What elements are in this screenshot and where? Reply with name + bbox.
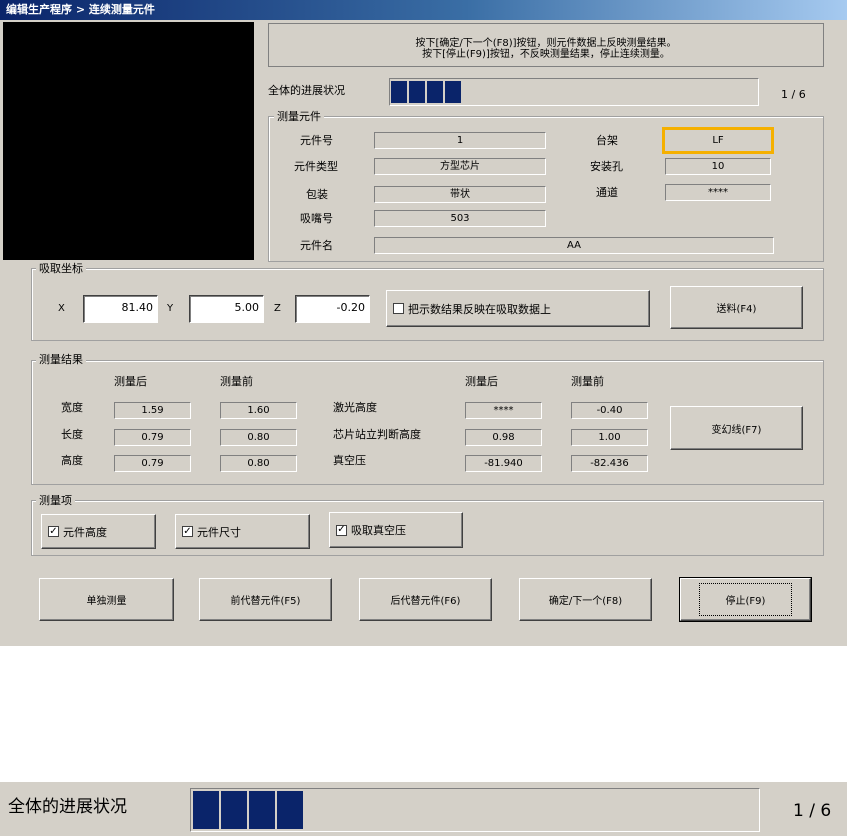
vacuum-before-field: -82.436 [571, 455, 648, 472]
pickup-group-title: 吸取坐标 [36, 262, 86, 275]
standing-height-label: 芯片站立判断高度 [333, 428, 421, 441]
part-height-check-icon[interactable]: ✓ [48, 526, 59, 537]
right-after-header: 测量后 [465, 375, 498, 388]
name-field: AA [374, 237, 774, 254]
left-before-header: 测量前 [220, 375, 253, 388]
standing-after-field: 0.98 [465, 429, 542, 446]
progress-block [221, 791, 249, 829]
stage-field-highlighted: LF [662, 127, 774, 154]
progress-label: 全体的进展状况 [268, 84, 345, 97]
camera-view [3, 22, 254, 260]
instruction-box: 按下[确定/下一个(F8)]按钮，则元件数据上反映测量结果。 按下[停止(F9)… [268, 23, 824, 67]
pickup-vacuum-checkbox-label: 吸取真空压 [351, 524, 406, 537]
type-field: 方型芯片 [374, 158, 546, 175]
progress-block [445, 81, 463, 103]
dialog-window: 编辑生产程序 > 连续测量元件 按下[确定/下一个(F8)]按钮，则元件数据上反… [0, 0, 847, 646]
laser-after-field: **** [465, 402, 542, 419]
stage-label: 台架 [596, 134, 618, 147]
progress-bar [389, 78, 759, 106]
component-group-title: 测量元件 [274, 110, 324, 123]
length-before-field: 0.80 [220, 429, 297, 446]
height-after-field: 0.79 [114, 455, 191, 472]
feed-button[interactable]: 送料(F4) [670, 286, 803, 329]
part-size-check-icon[interactable]: ✓ [182, 526, 193, 537]
height-label: 高度 [61, 454, 83, 467]
vacuum-after-field: -81.940 [465, 455, 542, 472]
channel-field: **** [665, 184, 771, 201]
single-measure-button[interactable]: 单独测量 [39, 578, 174, 621]
right-before-header: 测量前 [571, 375, 604, 388]
pickup-vacuum-checkbox[interactable]: ✓ 吸取真空压 [329, 512, 463, 548]
progress-block [249, 791, 277, 829]
package-field: 带状 [374, 186, 546, 203]
z-input[interactable]: -0.20 [295, 295, 370, 323]
length-label: 长度 [61, 428, 83, 441]
zoomed-progress-bar [190, 788, 760, 832]
part-no-field: 1 [374, 132, 546, 149]
reflect-pickup-box[interactable] [393, 303, 404, 314]
length-after-field: 0.79 [114, 429, 191, 446]
stop-button[interactable]: 停止(F9) [679, 577, 812, 622]
nozzle-field: 503 [374, 210, 546, 227]
vacuum-label: 真空压 [333, 454, 366, 467]
width-label: 宽度 [61, 401, 83, 414]
pickup-vacuum-check-icon[interactable]: ✓ [336, 524, 347, 536]
confirm-next-button[interactable]: 确定/下一个(F8) [519, 578, 652, 621]
instruction-line-2: 按下[停止(F9)]按钮，不反映测量结果，停止连续测量。 [422, 49, 670, 60]
z-label: Z [274, 303, 281, 314]
type-label: 元件类型 [294, 160, 338, 173]
part-height-checkbox[interactable]: ✓ 元件高度 [41, 514, 156, 549]
part-height-checkbox-label: 元件高度 [63, 525, 107, 539]
mount-hole-field: 10 [665, 158, 771, 175]
part-size-checkbox[interactable]: ✓ 元件尺寸 [175, 514, 310, 549]
progress-block [277, 791, 305, 829]
prev-substitute-button[interactable]: 前代替元件(F5) [199, 578, 332, 621]
width-after-field: 1.59 [114, 402, 191, 419]
part-no-label: 元件号 [300, 134, 333, 147]
laser-before-field: -0.40 [571, 402, 648, 419]
progress-block [391, 81, 409, 103]
zoomed-progress-strip: 全体的进展状况 1 / 6 [0, 782, 847, 836]
reflect-pickup-checkbox[interactable]: 把示数结果反映在吸取数据上 [386, 290, 650, 327]
height-before-field: 0.80 [220, 455, 297, 472]
x-input[interactable]: 81.40 [83, 295, 158, 323]
standing-before-field: 1.00 [571, 429, 648, 446]
results-group-title: 测量结果 [36, 353, 86, 366]
channel-label: 通道 [596, 186, 618, 199]
measure-items-group-title: 测量项 [36, 494, 75, 507]
width-before-field: 1.60 [220, 402, 297, 419]
progress-block [427, 81, 445, 103]
nozzle-label: 吸嘴号 [300, 212, 333, 225]
instruction-line-1: 按下[确定/下一个(F8)]按钮，则元件数据上反映测量结果。 [415, 38, 677, 49]
progress-block [409, 81, 427, 103]
reflect-pickup-label: 把示数结果反映在吸取数据上 [408, 302, 551, 316]
zoomed-progress-label: 全体的进展状况 [8, 797, 127, 817]
mount-hole-label: 安装孔 [590, 160, 623, 173]
part-size-checkbox-label: 元件尺寸 [197, 525, 241, 539]
progress-counter: 1 / 6 [781, 88, 806, 101]
package-label: 包装 [306, 188, 328, 201]
left-after-header: 测量后 [114, 375, 147, 388]
y-label: Y [167, 303, 174, 314]
title-bar: 编辑生产程序 > 连续测量元件 [0, 0, 847, 20]
progress-block [193, 791, 221, 829]
x-label: X [58, 303, 65, 314]
laser-height-label: 激光高度 [333, 401, 377, 414]
zoomed-progress-counter: 1 / 6 [793, 801, 832, 821]
name-label: 元件名 [300, 239, 333, 252]
stop-button-label: 停止(F9) [698, 583, 793, 616]
transform-button[interactable]: 变幻线(F7) [670, 406, 803, 450]
y-input[interactable]: 5.00 [189, 295, 264, 323]
next-substitute-button[interactable]: 后代替元件(F6) [359, 578, 492, 621]
